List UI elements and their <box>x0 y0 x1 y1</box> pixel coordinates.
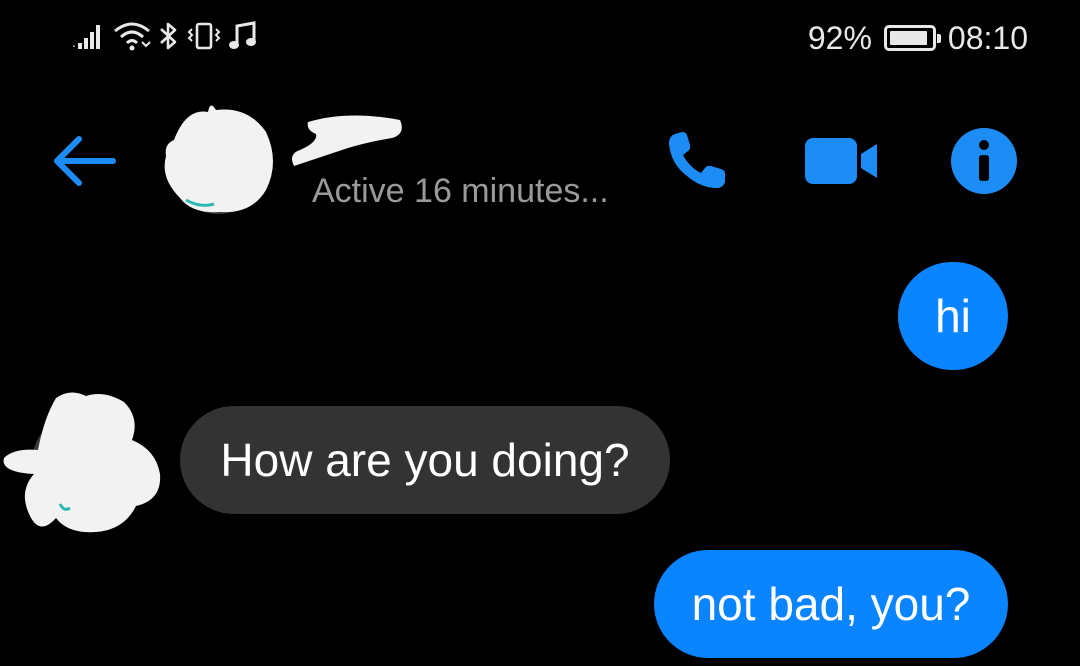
phone-icon <box>669 132 725 188</box>
signal-icon: . <box>72 21 106 56</box>
contact-avatar[interactable] <box>156 104 278 216</box>
message-text: hi <box>935 290 971 342</box>
battery-level-fill <box>889 31 927 45</box>
status-bar: . 92% 08:10 <box>0 0 1080 78</box>
battery-icon <box>883 25 941 51</box>
status-icons-left: . <box>72 18 258 58</box>
video-call-button[interactable] <box>803 126 879 196</box>
conversation-info-button[interactable] <box>946 126 1022 196</box>
voice-call-button[interactable] <box>658 126 734 196</box>
battery-percentage: 92% <box>807 19 872 56</box>
outgoing-message-bubble[interactable]: not bad, you? <box>654 550 1008 658</box>
info-icon <box>951 128 1017 194</box>
message-text: not bad, you? <box>691 578 971 630</box>
outgoing-message-bubble[interactable]: hi <box>898 262 1008 370</box>
status-icons-right: 92% 08:10 <box>808 18 1028 58</box>
back-arrow-icon <box>54 136 116 186</box>
chat-screen: . 92% 08:10 Active 16 minutes... hi How … <box>0 0 1080 666</box>
active-status-text: Active 16 minutes... <box>312 172 609 210</box>
music-note-icon <box>228 20 258 57</box>
bluetooth-icon <box>158 20 180 57</box>
conversation-header: Active 16 minutes... <box>0 90 1080 230</box>
contact-name-redacted[interactable] <box>288 108 408 168</box>
wifi-icon <box>112 20 152 57</box>
battery-tip <box>936 34 941 43</box>
incoming-message-bubble[interactable]: How are you doing? <box>180 406 670 514</box>
vibrate-icon <box>186 20 222 57</box>
svg-text:.: . <box>72 34 76 50</box>
video-camera-icon <box>805 138 877 184</box>
sender-avatar[interactable] <box>0 388 168 540</box>
back-button[interactable] <box>44 126 124 196</box>
message-text: How are you doing? <box>220 434 630 486</box>
clock: 08:10 <box>947 19 1028 56</box>
